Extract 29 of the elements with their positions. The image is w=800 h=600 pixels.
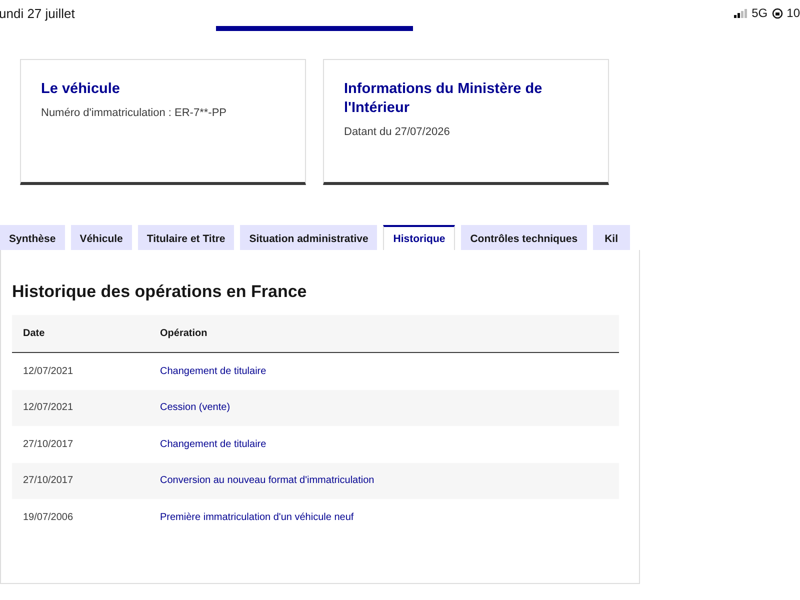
network-label: 5G [752,6,768,20]
card-title: Le véhicule [41,80,121,99]
operation-link[interactable]: Première immatriculation d'un véhicule neuf [160,512,354,523]
tab[interactable]: Situation administrative [240,225,378,250]
signal-icon [734,8,748,18]
date-cell-text: 12/07/2021 [22,402,74,414]
operation-link[interactable]: Conversion au nouveau format d'immatriculation [160,475,374,486]
tab[interactable]: Synthèse [0,225,65,250]
operation-link[interactable]: Changement de titulaire [160,366,266,377]
tab[interactable]: Kil [592,225,630,250]
operation-link[interactable]: Changement de titulaire [160,438,266,450]
operation-link[interactable]: Cession (vente) [160,402,230,414]
rotation-lock-icon [772,8,783,18]
status-date: undi 27 juillet [0,5,75,21]
tab[interactable]: Véhicule [70,225,132,250]
date-cell-text: 27/10/2017 [22,438,74,450]
tab[interactable]: Historique [383,225,456,250]
date-cell-text: 12/07/2021 [22,366,74,377]
column-header: Opération [160,328,208,339]
battery-level: 10 [786,6,800,20]
date-cell-text: 27/10/2017 [22,475,74,486]
tab[interactable]: Contrôles techniques [461,225,587,250]
column-header: Date [22,328,46,339]
section-title: Historique des opérations en France [12,282,308,302]
tab[interactable]: Titulaire et Titre [138,225,234,250]
date-cell-text: 19/07/2006 [22,512,74,523]
card-detail: Datant du 27/07/2026 [344,126,451,138]
card-detail: Numéro d'immatriculation : ER-7**-PP [41,107,228,119]
card-title: Informations du Ministère de l'Intérieur [344,80,544,118]
